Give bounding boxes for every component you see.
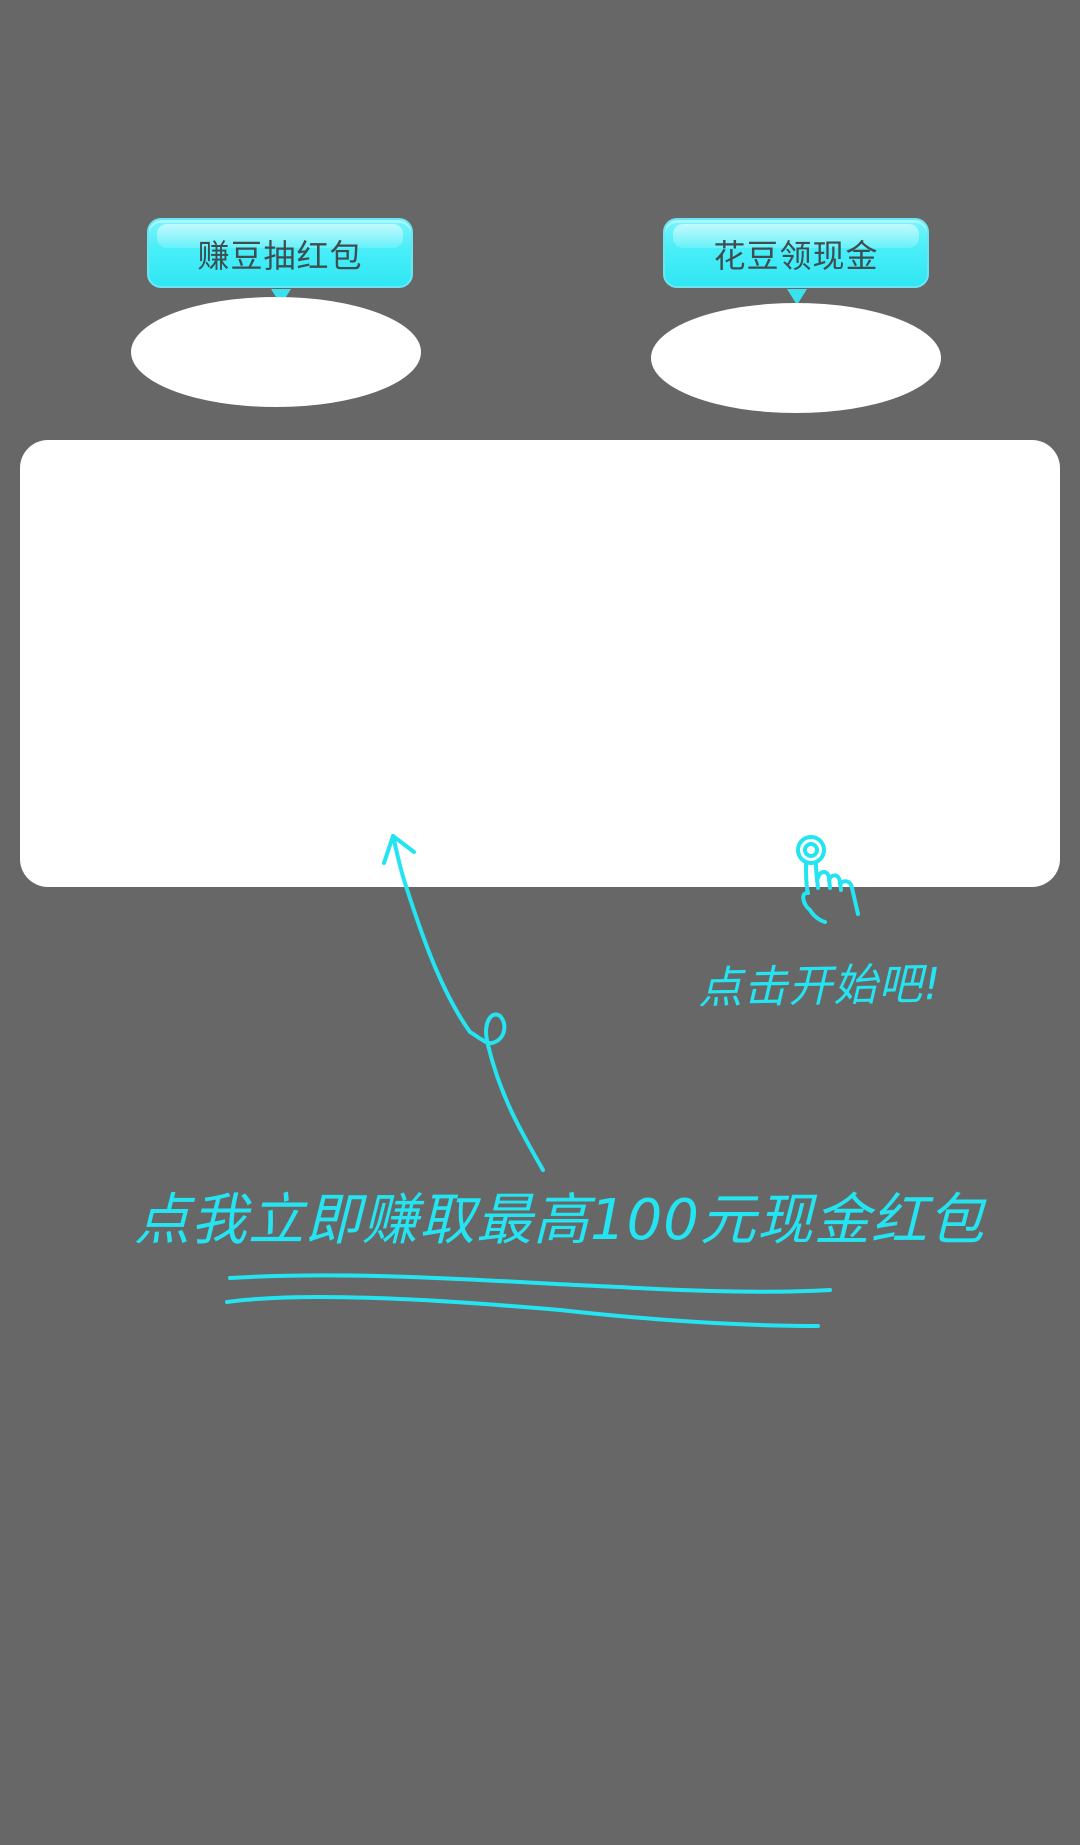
main-content-card[interactable] bbox=[20, 440, 1060, 887]
page: 赚豆抽红包 花豆领现金 点击开始吧! 点我立即赚取最高100元现金红包 bbox=[0, 0, 1080, 1845]
underline-strokes bbox=[225, 1273, 832, 1328]
right-avatar-placeholder[interactable] bbox=[651, 303, 941, 413]
spend-beans-button-label: 花豆领现金 bbox=[713, 237, 879, 275]
left-avatar-placeholder[interactable] bbox=[131, 297, 421, 407]
earn-red-packet-cta[interactable]: 点我立即赚取最高100元现金红包 bbox=[134, 1175, 985, 1256]
earn-beans-draw-red-packet-button[interactable]: 赚豆抽红包 bbox=[147, 218, 413, 288]
spend-beans-get-cash-button[interactable]: 花豆领现金 bbox=[663, 218, 929, 288]
tap-to-start-hint: 点击开始吧! bbox=[697, 958, 943, 1015]
earn-beans-button-label: 赚豆抽红包 bbox=[197, 237, 363, 275]
